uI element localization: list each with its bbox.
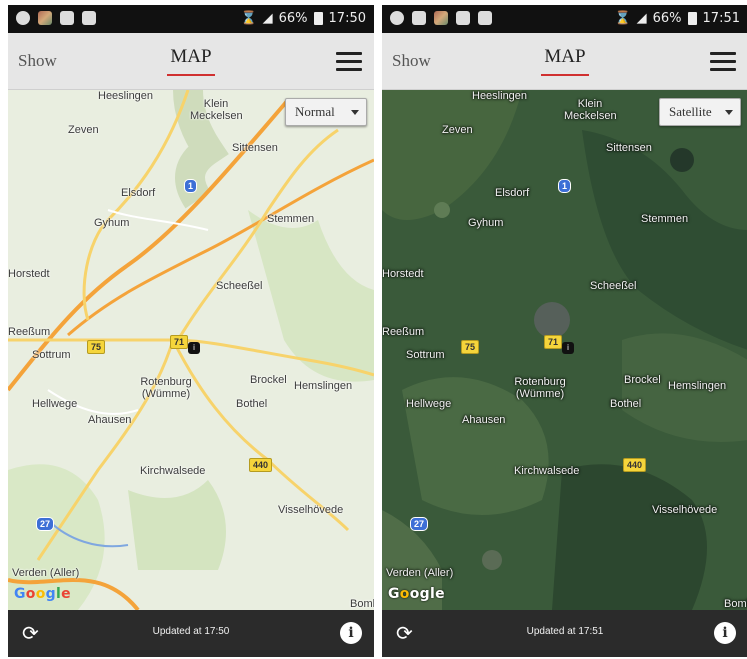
- updated-status: Updated at 17:51: [526, 626, 604, 637]
- map-label: Heeslingen: [98, 90, 154, 102]
- battery-percent: 66%: [652, 11, 682, 26]
- battery-icon: [687, 12, 697, 25]
- road-shield: 440: [249, 458, 273, 472]
- title-underline: [167, 74, 215, 76]
- hamburger-menu-icon[interactable]: [710, 52, 736, 72]
- map-label: Verden (Aller): [386, 567, 454, 579]
- app-bar: Show MAP: [382, 33, 747, 90]
- location-marker-icon[interactable]: i: [562, 342, 574, 354]
- map-label: Rotenburg (Wümme): [514, 376, 566, 400]
- map-label: Rotenburg (Wümme): [140, 376, 192, 400]
- map-type-select[interactable]: Normal: [285, 98, 367, 126]
- map-label: Scheeßel: [216, 280, 263, 292]
- map-label: Bothel: [236, 398, 268, 410]
- status-time: 17:51: [702, 11, 740, 26]
- mail-icon: [456, 11, 470, 25]
- phone-screen-normal: ⌛ ◢ 66% 17:50 Show MAP Heeslingen Klein …: [8, 5, 374, 657]
- google-logo: Google: [388, 586, 445, 602]
- photo-notification-icon: [434, 11, 448, 25]
- title-underline: [541, 74, 589, 76]
- hamburger-menu-icon[interactable]: [336, 52, 362, 72]
- map-label: Gyhum: [468, 217, 504, 229]
- notification-icon: [390, 11, 404, 25]
- info-icon[interactable]: i: [714, 622, 736, 644]
- map-label: Horstedt: [8, 268, 50, 280]
- bottom-bar: ⟳ Updated at 17:51 i: [382, 610, 747, 657]
- chevron-down-icon: [351, 110, 359, 115]
- map-label: Elsdorf: [495, 187, 530, 199]
- map-label: Horstedt: [382, 268, 424, 280]
- map-label: Hellwege: [32, 398, 78, 410]
- page-title: MAP: [170, 46, 212, 67]
- map-view[interactable]: Heeslingen Klein Meckelsen Zeven Sittens…: [382, 90, 747, 610]
- map-label: Brockel: [624, 374, 661, 386]
- map-label: Heeslingen: [472, 90, 528, 102]
- battery-percent: 66%: [278, 11, 308, 26]
- info-icon[interactable]: i: [340, 622, 362, 644]
- map-label: Brockel: [250, 374, 287, 386]
- map-label: Sittensen: [606, 142, 652, 154]
- road-shield: 75: [87, 340, 106, 354]
- signal-icon: ◢: [262, 11, 273, 26]
- status-time: 17:50: [328, 11, 366, 26]
- alarm-icon: ⌛: [240, 11, 257, 26]
- status-bar: ⌛ ◢ 66% 17:51: [382, 5, 747, 33]
- road-shield: 75: [461, 340, 480, 354]
- bottom-bar: ⟳ Updated at 17:50 i: [8, 610, 374, 657]
- motorway-shield: 27: [410, 517, 429, 531]
- map-label: Gyhum: [94, 217, 130, 229]
- map-label: Visselhövede: [278, 504, 344, 516]
- map-label: Reeßum: [8, 326, 51, 338]
- app-bar: Show MAP: [8, 33, 374, 90]
- gallery-icon: [412, 11, 426, 25]
- camera-icon: [82, 11, 96, 25]
- map-label: Zeven: [442, 124, 473, 136]
- map-type-select[interactable]: Satellite: [659, 98, 741, 126]
- motorway-shield: 1: [558, 179, 572, 193]
- map-label: Zeven: [68, 124, 99, 136]
- notification-icon: [16, 11, 30, 25]
- map-label: Stemmen: [267, 213, 315, 225]
- map-label: Bomli: [724, 598, 747, 610]
- map-label: Stemmen: [641, 213, 689, 225]
- updated-status: Updated at 17:50: [152, 626, 230, 637]
- camera-icon: [478, 11, 492, 25]
- map-label: Bomli: [350, 598, 374, 610]
- map-label: Verden (Aller): [12, 567, 80, 579]
- alarm-icon: ⌛: [614, 11, 631, 26]
- map-label: Hemslingen: [668, 380, 727, 392]
- map-label: Klein Meckelsen: [564, 98, 617, 122]
- map-label: Reeßum: [382, 326, 425, 338]
- map-label: Hemslingen: [294, 380, 353, 392]
- mail-icon: [60, 11, 74, 25]
- map-label: Ahausen: [88, 414, 132, 426]
- map-label: Ahausen: [462, 414, 506, 426]
- map-label: Elsdorf: [121, 187, 156, 199]
- map-label: Kirchwalsede: [514, 465, 580, 477]
- chevron-down-icon: [725, 110, 733, 115]
- map-view[interactable]: Heeslingen Klein Meckelsen Zeven Sittens…: [8, 90, 374, 610]
- battery-icon: [313, 12, 323, 25]
- status-bar: ⌛ ◢ 66% 17:50: [8, 5, 374, 33]
- page-title: MAP: [544, 46, 586, 67]
- road-shield: 71: [170, 335, 189, 349]
- map-label: Bothel: [610, 398, 642, 410]
- map-label: Hellwege: [406, 398, 452, 410]
- google-logo: Google: [14, 586, 71, 602]
- map-label: Visselhövede: [652, 504, 718, 516]
- road-shield: 71: [544, 335, 563, 349]
- location-marker-icon[interactable]: i: [188, 342, 200, 354]
- map-label: Klein Meckelsen: [190, 98, 243, 122]
- map-label: Kirchwalsede: [140, 465, 206, 477]
- map-label: Sottrum: [32, 349, 71, 361]
- map-label: Scheeßel: [590, 280, 637, 292]
- phone-screen-satellite: ⌛ ◢ 66% 17:51 Show MAP Heeslingen Klein …: [382, 5, 747, 657]
- road-shield: 440: [623, 458, 647, 472]
- map-label: Sittensen: [232, 142, 278, 154]
- photo-notification-icon: [38, 11, 52, 25]
- motorway-shield: 27: [36, 517, 55, 531]
- signal-icon: ◢: [636, 11, 647, 26]
- map-label: Sottrum: [406, 349, 445, 361]
- motorway-shield: 1: [184, 179, 198, 193]
